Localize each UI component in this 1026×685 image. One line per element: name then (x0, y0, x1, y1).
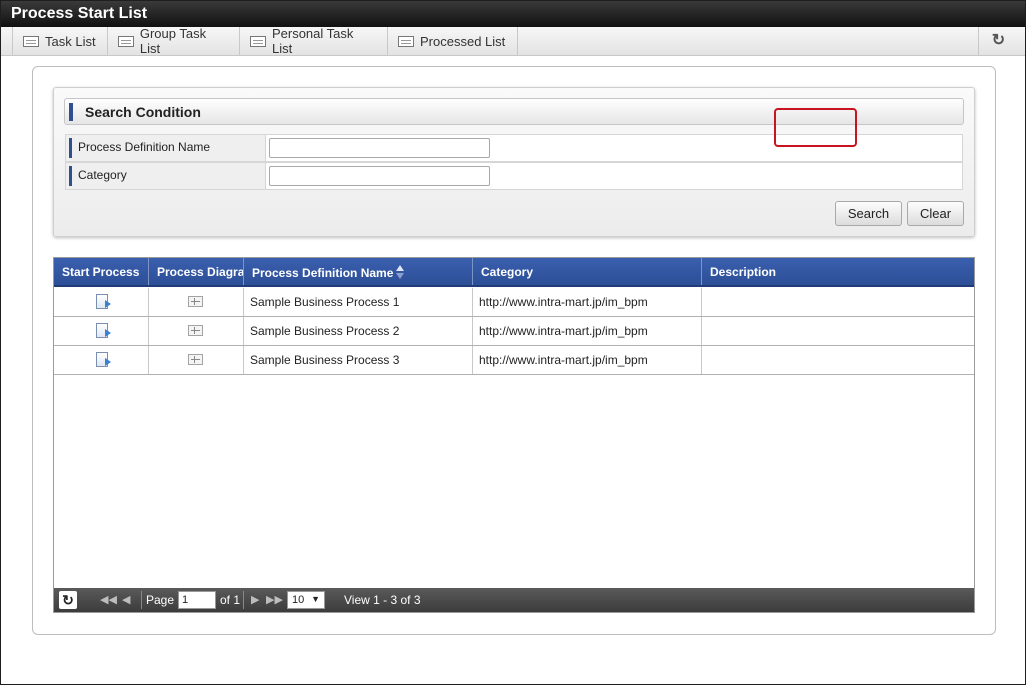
description-cell (702, 288, 974, 316)
list-icon (23, 35, 39, 47)
process-name-cell: Sample Business Process 1 (244, 288, 473, 316)
previous-page-icon[interactable]: ◀ (122, 593, 130, 606)
sort-icon (396, 265, 405, 279)
tab-label: Processed List (420, 33, 506, 49)
column-header-process-definition-name[interactable]: Process Definition Name (244, 258, 473, 285)
search-button[interactable]: Search (835, 201, 902, 226)
process-diagram-cell (149, 288, 244, 316)
tab-processed-list[interactable]: Processed List (388, 27, 518, 55)
category-cell: http://www.intra-mart.jp/im_bpm (473, 346, 702, 374)
pager-divider (243, 591, 244, 609)
start-process-cell (54, 317, 149, 345)
start-process-icon[interactable] (96, 323, 111, 338)
start-process-cell (54, 346, 149, 374)
process-definition-name-input[interactable] (269, 138, 490, 158)
process-name-cell: Sample Business Process 3 (244, 346, 473, 374)
clear-button[interactable]: Clear (907, 201, 964, 226)
process-diagram-icon[interactable] (188, 325, 203, 336)
tab-group-task-list[interactable]: Group Task List (108, 26, 240, 56)
process-definition-name-label: Process Definition Name (66, 135, 266, 161)
refresh-icon[interactable]: ↻ (59, 591, 77, 609)
tab-label: Group Task List (139, 26, 207, 56)
tab-personal-task-list[interactable]: Personal Task List (240, 26, 388, 56)
app-window: Process Start List Task List Group Task … (0, 0, 1026, 685)
tab-label: Personal Task List (271, 26, 354, 56)
pager-divider (141, 591, 142, 609)
process-diagram-icon[interactable] (188, 296, 203, 307)
first-page-icon[interactable]: ◀◀ (100, 593, 117, 606)
page-size-select[interactable]: 10 ▼ (287, 591, 325, 609)
list-icon (250, 35, 266, 47)
chevron-down-icon: ▼ (311, 594, 320, 604)
description-cell (702, 346, 974, 374)
process-diagram-cell (149, 317, 244, 345)
category-cell: http://www.intra-mart.jp/im_bpm (473, 288, 702, 316)
table-row[interactable]: Sample Business Process 1 http://www.int… (54, 288, 974, 317)
grid-header: Start Process Process Diagram Process De… (54, 258, 974, 287)
table-row[interactable]: Sample Business Process 2 http://www.int… (54, 317, 974, 346)
start-process-icon[interactable] (96, 352, 111, 367)
process-grid: Start Process Process Diagram Process De… (53, 257, 975, 613)
refresh-button[interactable]: ↻ (978, 27, 1018, 55)
tab-bar: Task List Group Task List Personal Task … (1, 26, 1025, 56)
list-icon (118, 35, 134, 47)
page-size-value: 10 (292, 594, 305, 606)
page-number-input[interactable] (178, 591, 216, 609)
table-row[interactable]: Sample Business Process 3 http://www.int… (54, 346, 974, 375)
tab-label: Task List (45, 33, 96, 49)
grid-pager: ↻ ◀◀ ◀ Page of 1 ▶ ▶▶ 10 ▼ View 1 - 3 of… (54, 588, 974, 612)
process-name-cell: Sample Business Process 2 (244, 317, 473, 345)
next-page-icon[interactable]: ▶ (251, 593, 259, 606)
refresh-icon: ↻ (991, 32, 1006, 49)
start-process-cell (54, 288, 149, 316)
process-diagram-cell (149, 346, 244, 374)
page-count-label: of 1 (220, 593, 241, 607)
category-cell: http://www.intra-mart.jp/im_bpm (473, 317, 702, 345)
view-range-text: View 1 - 3 of 3 (344, 593, 421, 607)
column-header-category[interactable]: Category (473, 258, 702, 285)
list-icon (398, 35, 414, 47)
category-label: Category (66, 163, 266, 189)
last-page-icon[interactable]: ▶▶ (266, 593, 283, 606)
search-button-highlight (774, 108, 857, 147)
page-label: Page (146, 593, 175, 607)
window-title: Process Start List (1, 1, 1025, 27)
process-diagram-icon[interactable] (188, 354, 203, 365)
description-cell (702, 317, 974, 345)
category-input[interactable] (269, 166, 490, 186)
condition-row-category: Category (65, 162, 963, 190)
column-header-start-process[interactable]: Start Process (54, 258, 149, 285)
column-header-description[interactable]: Description (702, 258, 974, 285)
start-process-icon[interactable] (96, 294, 111, 309)
column-header-label: Process Definition Name (252, 266, 394, 280)
tab-task-list[interactable]: Task List (12, 27, 108, 55)
column-header-process-diagram[interactable]: Process Diagram (149, 258, 244, 285)
